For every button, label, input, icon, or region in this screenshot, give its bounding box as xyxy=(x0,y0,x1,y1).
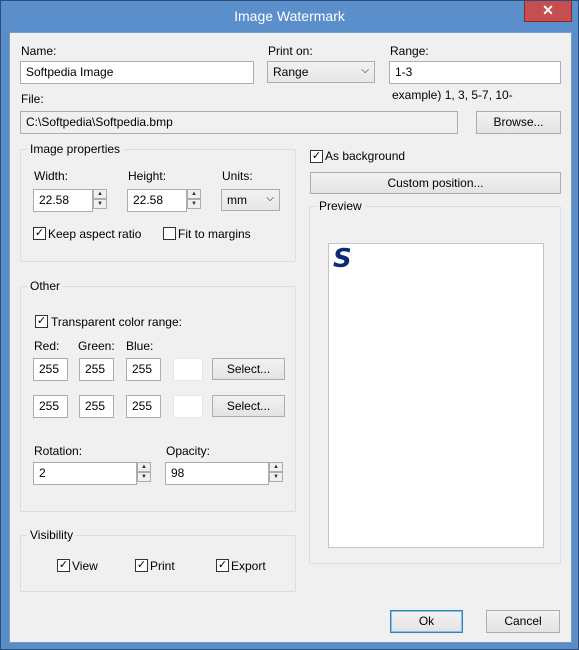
height-spinner[interactable]: ▲ ▼ xyxy=(187,189,201,209)
file-path-field[interactable]: C:\Softpedia\Softpedia.bmp xyxy=(20,111,458,134)
cancel-button[interactable]: Cancel xyxy=(486,610,560,633)
chevron-down-icon: ⌵ xyxy=(361,65,369,76)
width-input[interactable]: 22.58 xyxy=(33,189,93,212)
view-checkbox[interactable]: ✓ xyxy=(57,559,70,572)
other-title: Other xyxy=(27,279,64,293)
spin-down-icon[interactable]: ▼ xyxy=(187,199,201,209)
width-spinner[interactable]: ▲ ▼ xyxy=(93,189,107,209)
color-swatch-2 xyxy=(173,395,203,418)
red-label: Red: xyxy=(34,339,60,353)
opacity-spinner[interactable]: ▲ ▼ xyxy=(269,462,283,482)
blue-label: Blue: xyxy=(126,339,154,353)
select-color-button-2[interactable]: Select... xyxy=(212,395,285,417)
spin-down-icon[interactable]: ▼ xyxy=(137,472,151,482)
units-select[interactable]: mm ⌵ xyxy=(221,189,280,211)
print-checkbox[interactable]: ✓ xyxy=(135,559,148,572)
check-icon: ✓ xyxy=(311,150,322,162)
opacity-input[interactable]: 98 xyxy=(165,462,269,485)
export-checkbox[interactable]: ✓ xyxy=(216,559,229,572)
range-label: Range: xyxy=(390,44,429,58)
range-example: example) 1, 3, 5-7, 10- xyxy=(392,88,513,102)
rotation-label: Rotation: xyxy=(34,444,83,458)
range-input[interactable]: 1-3 xyxy=(389,61,561,84)
height-input[interactable]: 22.58 xyxy=(127,189,187,212)
spin-up-icon[interactable]: ▲ xyxy=(93,189,107,199)
as-background-checkbox[interactable]: ✓ xyxy=(310,150,323,163)
print-label[interactable]: Print xyxy=(150,559,175,573)
blue-input-1[interactable]: 255 xyxy=(126,358,161,381)
print-on-select[interactable]: Range ⌵ xyxy=(267,61,375,83)
green-input-1[interactable]: 255 xyxy=(79,358,114,381)
fit-margins-checkbox[interactable] xyxy=(163,227,176,240)
as-background-label[interactable]: As background xyxy=(325,149,405,163)
select-color-button-1[interactable]: Select... xyxy=(212,358,285,380)
check-icon: ✓ xyxy=(58,559,69,571)
dialog-client-area: Name: Softpedia Image Print on: Range ⌵ … xyxy=(9,32,572,643)
title-bar[interactable]: Image Watermark ✕ xyxy=(1,1,578,32)
blue-input-2[interactable]: 255 xyxy=(126,395,161,418)
image-properties-title: Image properties xyxy=(27,142,124,156)
preview-title: Preview xyxy=(316,199,365,213)
browse-button[interactable]: Browse... xyxy=(476,111,561,134)
red-input-1[interactable]: 255 xyxy=(33,358,68,381)
visibility-title: Visibility xyxy=(27,528,77,542)
check-icon: ✓ xyxy=(36,315,47,327)
fit-margins-label[interactable]: Fit to margins xyxy=(178,227,251,241)
spin-up-icon[interactable]: ▲ xyxy=(137,462,151,472)
window-title: Image Watermark xyxy=(234,8,345,24)
green-input-2[interactable]: 255 xyxy=(79,395,114,418)
units-value: mm xyxy=(227,193,247,207)
close-icon: ✕ xyxy=(542,2,554,18)
transparent-range-checkbox[interactable]: ✓ xyxy=(35,315,48,328)
name-label: Name: xyxy=(21,44,57,58)
view-label[interactable]: View xyxy=(72,559,98,573)
spin-up-icon[interactable]: ▲ xyxy=(269,462,283,472)
green-label: Green: xyxy=(78,339,115,353)
height-label: Height: xyxy=(128,169,167,183)
custom-position-button[interactable]: Custom position... xyxy=(310,172,561,194)
check-icon: ✓ xyxy=(136,559,147,571)
keep-aspect-label[interactable]: Keep aspect ratio xyxy=(48,227,141,241)
spin-down-icon[interactable]: ▼ xyxy=(93,199,107,209)
width-label: Width: xyxy=(34,169,69,183)
color-swatch-1 xyxy=(173,358,203,381)
rotation-input[interactable]: 2 xyxy=(33,462,137,485)
check-icon: ✓ xyxy=(217,559,228,571)
watermark-preview-image: S xyxy=(333,244,352,274)
print-on-label: Print on: xyxy=(268,44,313,58)
chevron-down-icon: ⌵ xyxy=(266,193,274,204)
red-input-2[interactable]: 255 xyxy=(33,395,68,418)
opacity-label: Opacity: xyxy=(166,444,211,458)
name-input[interactable]: Softpedia Image xyxy=(20,61,254,84)
check-icon: ✓ xyxy=(34,227,45,239)
image-watermark-dialog: Image Watermark ✕ Name: Softpedia Image … xyxy=(0,0,579,650)
transparent-range-label[interactable]: Transparent color range: xyxy=(51,315,182,329)
keep-aspect-checkbox[interactable]: ✓ xyxy=(33,227,46,240)
close-button[interactable]: ✕ xyxy=(524,1,572,22)
preview-canvas: S xyxy=(328,243,544,548)
spin-down-icon[interactable]: ▼ xyxy=(269,472,283,482)
file-label: File: xyxy=(21,92,44,106)
units-label: Units: xyxy=(222,169,253,183)
ok-button[interactable]: Ok xyxy=(390,610,463,633)
export-label[interactable]: Export xyxy=(231,559,266,573)
print-on-value: Range xyxy=(273,65,309,79)
rotation-spinner[interactable]: ▲ ▼ xyxy=(137,462,151,482)
spin-up-icon[interactable]: ▲ xyxy=(187,189,201,199)
